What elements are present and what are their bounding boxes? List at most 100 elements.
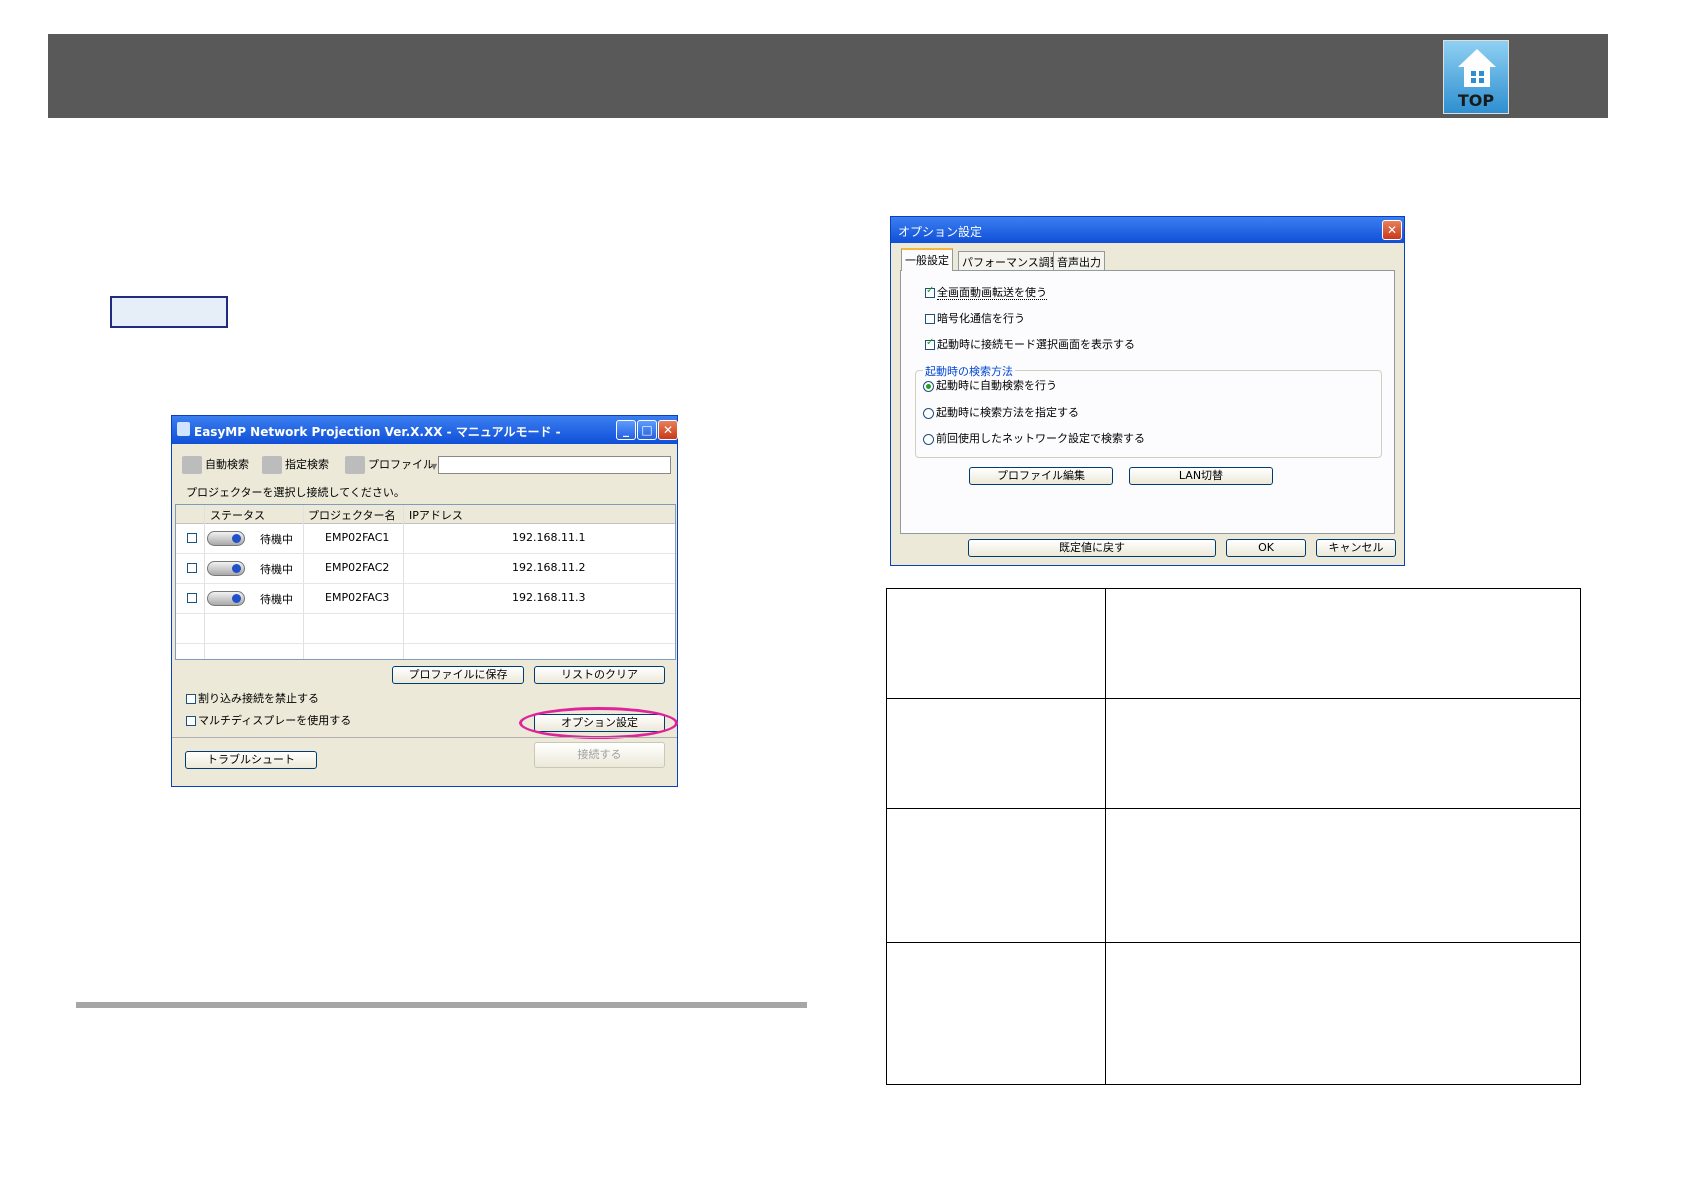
house-window [1471,71,1476,76]
clear-list-button[interactable]: リストのクリア [534,666,665,684]
ok-button[interactable]: OK [1226,539,1306,557]
connect-button[interactable]: 接続する [534,742,665,768]
top-label: TOP [1457,91,1495,110]
save-profile-button[interactable]: プロファイルに保存 [392,666,524,684]
projector-icon [207,591,245,606]
table-cell [886,698,1106,809]
projector-list[interactable]: ステータス プロジェクター名 IPアドレス 待機中 EMP02FAC1 192.… [175,504,676,660]
table-row[interactable]: 待機中 EMP02FAC3 192.168.11.3 [176,583,675,613]
last-network-radio-option[interactable]: 前回使用したネットワーク設定で検索する [923,430,1145,446]
multi-display-checkbox[interactable] [186,716,196,726]
tab-general[interactable]: 一般設定 [901,248,953,271]
encryption-label: 暗号化通信を行う [937,312,1025,325]
col-status[interactable]: ステータス [210,507,265,523]
maximize-button[interactable]: □ [637,420,657,440]
table-cell [1105,808,1581,943]
row-divider [176,643,675,644]
profile-path-field[interactable] [438,456,671,474]
tab-performance[interactable]: パフォーマンス調整 [958,251,1065,270]
close-button[interactable]: ✕ [1382,220,1402,240]
header-bar [48,34,1608,118]
table-cell [1105,942,1581,1085]
auto-search-label: 自動検索 [205,458,249,471]
table-cell [1105,588,1581,699]
row-ip: 192.168.11.1 [512,531,586,544]
auto-search-radio-option[interactable]: 起動時に自動検索を行う [923,377,1057,393]
table-row [886,588,1581,699]
section-rule [76,1002,807,1008]
auto-search-tool[interactable]: 自動検索 [182,456,249,474]
profile-tool[interactable]: プロファイル [345,456,434,474]
specify-method-radio[interactable] [923,407,934,419]
general-tab-panel: 全画面動画転送を使う 暗号化通信を行う 起動時に接続モード選択画面を表示する 起… [900,270,1395,534]
lan-switch-button[interactable]: LAN切替 [1129,467,1273,485]
last-network-radio[interactable] [923,433,934,445]
table-row [886,942,1581,1085]
row-checkbox[interactable] [187,533,197,543]
highlight-ellipse [519,707,678,739]
section-tab-box [110,296,228,328]
col-projector-name[interactable]: プロジェクター名 [308,507,396,523]
top-home-icon[interactable]: TOP [1443,40,1509,114]
house-roof-shape [1458,49,1496,67]
mode-select-option[interactable]: 起動時に接続モード選択画面を表示する [925,336,1135,352]
auto-search-icon [182,456,202,474]
projector-icon [207,561,245,576]
house-window [1471,78,1476,83]
row-status: 待機中 [260,533,293,546]
interrupt-checkbox[interactable] [186,694,196,704]
tab-audio-output[interactable]: 音声出力 [1053,251,1105,270]
troubleshoot-button[interactable]: トラブルシュート [185,751,317,769]
auto-search-radio-label: 起動時に自動検索を行う [936,379,1057,392]
row-name: EMP02FAC2 [325,561,390,574]
close-button[interactable]: ✕ [658,420,678,440]
last-network-radio-label: 前回使用したネットワーク設定で検索する [936,432,1145,445]
specified-search-icon [262,456,282,474]
profile-dropdown-arrow-icon[interactable]: ▼ [431,462,437,471]
house-window [1479,71,1484,76]
specified-search-tool[interactable]: 指定検索 [262,456,329,474]
fullscreen-video-checkbox[interactable] [925,285,935,298]
row-status: 待機中 [260,563,293,576]
interrupt-option[interactable]: 割り込み接続を禁止する [186,690,319,706]
app-icon [177,422,190,436]
row-ip: 192.168.11.3 [512,591,586,604]
table-row[interactable]: 待機中 EMP02FAC2 192.168.11.2 [176,553,675,583]
house-window [1479,78,1484,83]
row-name: EMP02FAC3 [325,591,390,604]
minimize-button[interactable]: _ [616,420,636,440]
row-checkbox[interactable] [187,563,197,573]
mode-select-label: 起動時に接続モード選択画面を表示する [937,338,1135,351]
edit-profile-button[interactable]: プロファイル編集 [969,467,1113,485]
dialog-titlebar: オプション設定 ✕ [891,217,1404,243]
profile-icon [345,456,365,474]
row-name: EMP02FAC1 [325,531,390,544]
specify-method-radio-label: 起動時に検索方法を指定する [936,406,1079,419]
separator [172,737,677,738]
multi-display-option[interactable]: マルチディスプレーを使用する [186,712,351,728]
easymp-main-window: EasyMP Network Projection Ver.X.XX - マニュ… [171,415,678,787]
option-settings-dialog: オプション設定 ✕ 一般設定 パフォーマンス調整 音声出力 全画面動画転送を使う… [890,216,1405,566]
cancel-button[interactable]: キャンセル [1316,539,1396,557]
projector-icon [207,531,245,546]
restore-default-button[interactable]: 既定値に戻す [968,539,1216,557]
interrupt-label: 割り込み接続を禁止する [198,692,319,705]
mode-select-checkbox[interactable] [925,337,935,350]
settings-description-table [886,588,1581,1085]
fullscreen-video-option[interactable]: 全画面動画転送を使う [925,284,1047,300]
table-row [886,808,1581,943]
col-ip-address[interactable]: IPアドレス [409,507,463,523]
row-ip: 192.168.11.2 [512,561,586,574]
main-window-title: EasyMP Network Projection Ver.X.XX - マニュ… [194,425,561,439]
encryption-checkbox[interactable] [925,314,935,324]
specify-method-radio-option[interactable]: 起動時に検索方法を指定する [923,404,1079,420]
main-window-titlebar: EasyMP Network Projection Ver.X.XX - マニュ… [172,416,678,444]
table-row[interactable]: 待機中 EMP02FAC1 192.168.11.1 [176,523,675,553]
row-checkbox[interactable] [187,593,197,603]
fullscreen-video-label: 全画面動画転送を使う [937,286,1047,300]
encryption-option[interactable]: 暗号化通信を行う [925,310,1025,326]
table-cell [1105,698,1581,809]
table-cell [886,588,1106,699]
auto-search-radio[interactable] [923,380,934,392]
dialog-title: オプション設定 [898,225,983,239]
